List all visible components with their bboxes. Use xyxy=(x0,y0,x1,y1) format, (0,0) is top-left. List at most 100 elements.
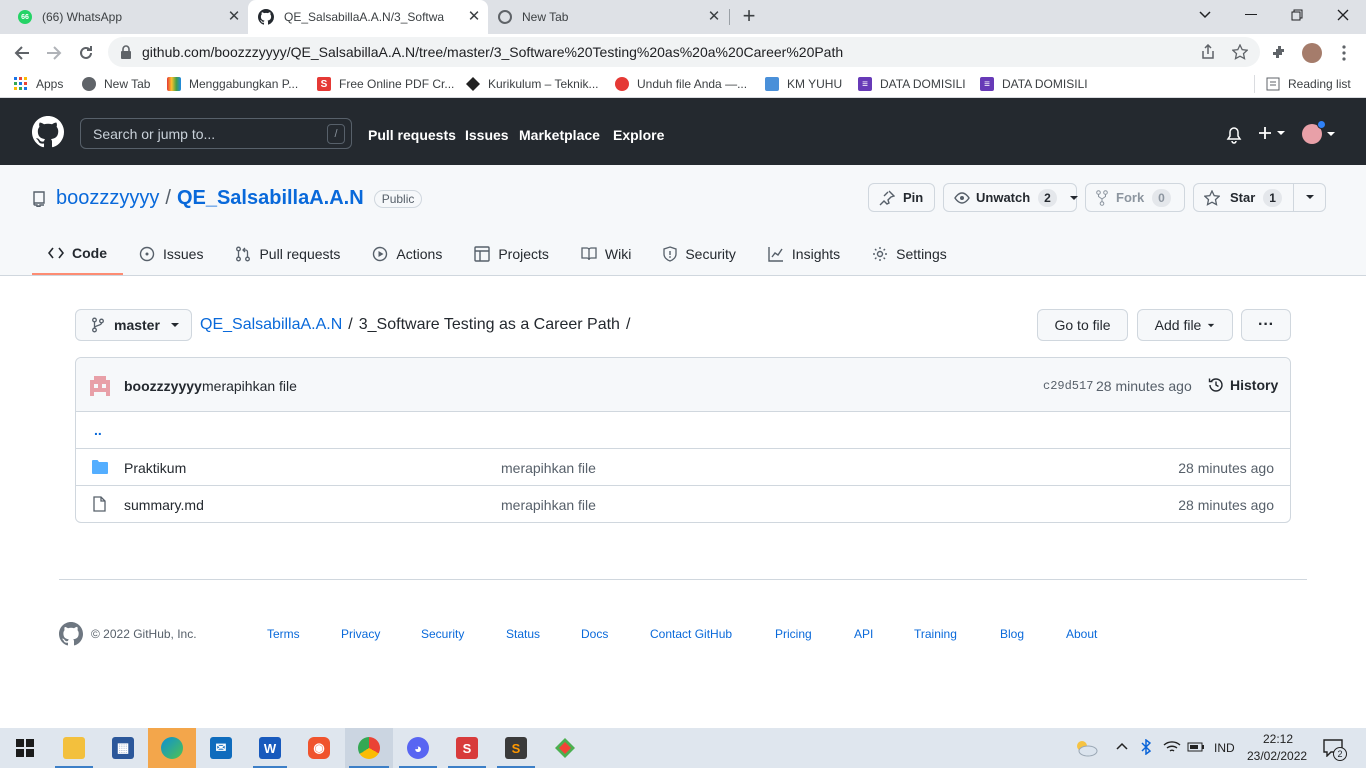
footer-link-about[interactable]: About xyxy=(1066,627,1097,641)
repo-name-link[interactable]: QE_SalsabillaA.A.N xyxy=(177,187,364,210)
restore-icon[interactable] xyxy=(1274,0,1320,30)
bookmark-km-yuhu[interactable]: KM YUHU xyxy=(765,75,842,93)
breadcrumb-repo-link[interactable]: QE_SalsabillaA.A.N xyxy=(200,316,342,334)
mail-icon[interactable]: ✉ xyxy=(206,733,236,763)
back-icon[interactable] xyxy=(9,40,35,66)
lock-icon[interactable] xyxy=(120,45,132,59)
footer-link-security[interactable]: Security xyxy=(421,627,464,641)
recorder-app-icon[interactable]: ◉ xyxy=(304,733,334,763)
bookmark-new-tab[interactable]: New Tab xyxy=(82,75,150,93)
tab-pull-requests[interactable]: Pull requests xyxy=(219,233,356,275)
tab-code[interactable]: Code xyxy=(32,233,123,275)
tab-issues[interactable]: Issues xyxy=(123,233,219,275)
tab-security[interactable]: Security xyxy=(647,233,752,275)
store-icon[interactable]: ▦ xyxy=(108,733,138,763)
bookmark-unduh[interactable]: Unduh file Anda —... xyxy=(615,75,747,93)
close-tab-icon[interactable]: ✕ xyxy=(226,9,242,25)
tab-new-tab[interactable]: New Tab ✕ xyxy=(488,0,728,34)
new-tab-button[interactable]: + xyxy=(738,5,760,28)
tab-actions[interactable]: Actions xyxy=(356,233,458,275)
reading-list-button[interactable]: Reading list xyxy=(1266,75,1351,93)
reload-icon[interactable] xyxy=(73,40,99,66)
footer-link-privacy[interactable]: Privacy xyxy=(341,627,380,641)
nav-issues[interactable]: Issues xyxy=(465,127,509,143)
file-explorer-icon[interactable] xyxy=(59,733,89,763)
tab-projects[interactable]: Projects xyxy=(458,233,565,275)
forward-icon[interactable] xyxy=(41,40,67,66)
notifications-bell-icon[interactable] xyxy=(1226,127,1242,144)
repo-owner-link[interactable]: boozzzyyyy xyxy=(56,187,159,210)
footer-link-terms[interactable]: Terms xyxy=(267,627,300,641)
footer-link-contact[interactable]: Contact GitHub xyxy=(650,627,732,641)
footer-link-training[interactable]: Training xyxy=(914,627,957,641)
discord-icon[interactable]: ◕ xyxy=(403,733,433,763)
github-search-input[interactable]: Search or jump to... / xyxy=(80,118,352,149)
user-avatar-menu[interactable] xyxy=(1302,120,1336,144)
windows-start-icon[interactable] xyxy=(10,733,40,763)
tray-chevron-up-icon[interactable] xyxy=(1116,742,1128,750)
bluetooth-icon[interactable] xyxy=(1141,739,1151,755)
nav-explore[interactable]: Explore xyxy=(613,127,664,143)
clock-date[interactable]: 23/02/2022 xyxy=(1247,749,1307,763)
chrome-taskbar-icon[interactable] xyxy=(354,733,384,763)
notification-center-icon[interactable]: 2 xyxy=(1323,739,1347,761)
bookmark-apps[interactable]: Apps xyxy=(14,75,63,93)
sublime-text-icon[interactable]: S xyxy=(501,733,531,763)
profile-avatar[interactable] xyxy=(1299,40,1325,66)
commit-sha[interactable]: c29d517 xyxy=(1043,379,1093,393)
tab-wiki[interactable]: Wiki xyxy=(565,233,647,275)
input-language[interactable]: IND xyxy=(1214,741,1235,755)
chevron-down-icon[interactable] xyxy=(1069,195,1079,201)
bookmark-star-icon[interactable] xyxy=(1230,42,1250,62)
nav-pull-requests[interactable]: Pull requests xyxy=(368,127,456,143)
bookmark-pdf[interactable]: S Free Online PDF Cr... xyxy=(317,75,454,93)
weather-icon[interactable] xyxy=(1073,738,1099,758)
parent-directory-link[interactable]: .. xyxy=(94,422,102,438)
clock-time[interactable]: 22:12 xyxy=(1263,732,1293,746)
create-new-plus-icon[interactable] xyxy=(1258,126,1286,140)
bookmark-data-domisili-2[interactable]: ≡ DATA DOMISILI xyxy=(980,75,1088,93)
file-commit-message[interactable]: merapihkan file xyxy=(501,497,596,513)
history-link[interactable]: History xyxy=(1208,377,1278,393)
table-row[interactable]: Praktikum merapihkan file 28 minutes ago xyxy=(76,449,1290,486)
footer-link-blog[interactable]: Blog xyxy=(1000,627,1024,641)
github-logo-icon[interactable] xyxy=(32,116,64,148)
close-window-icon[interactable] xyxy=(1320,0,1366,30)
nav-marketplace[interactable]: Marketplace xyxy=(519,127,600,143)
chevron-down-icon[interactable] xyxy=(1305,194,1315,200)
footer-link-api[interactable]: API xyxy=(854,627,873,641)
word-icon[interactable]: W xyxy=(255,733,285,763)
tab-insights[interactable]: Insights xyxy=(752,233,856,275)
tab-github[interactable]: QE_SalsabillaA.A.N/3_Software Te ✕ xyxy=(248,0,488,34)
edge-browser-icon[interactable] xyxy=(157,733,187,763)
go-to-file-button[interactable]: Go to file xyxy=(1037,309,1128,341)
more-options-button[interactable]: ··· xyxy=(1241,309,1291,341)
chrome-menu-icon[interactable] xyxy=(1331,40,1357,66)
close-tab-icon[interactable]: ✕ xyxy=(706,9,722,25)
file-commit-message[interactable]: merapihkan file xyxy=(501,460,596,476)
bookmark-menggabungkan[interactable]: Menggabungkan P... xyxy=(167,75,298,93)
address-bar[interactable]: github.com/boozzzyyyy/QE_SalsabillaA.A.N… xyxy=(108,37,1260,67)
table-row[interactable]: summary.md merapihkan file 28 minutes ag… xyxy=(76,486,1290,523)
git-gui-icon[interactable] xyxy=(550,733,580,763)
branch-select-button[interactable]: master xyxy=(75,309,192,341)
extensions-icon[interactable] xyxy=(1267,40,1293,66)
close-tab-icon[interactable]: ✕ xyxy=(466,9,482,25)
file-name-link[interactable]: summary.md xyxy=(124,497,204,513)
bookmark-kurikulum[interactable]: Kurikulum – Teknik... xyxy=(466,75,599,93)
author-avatar[interactable] xyxy=(90,376,110,396)
wifi-icon[interactable] xyxy=(1163,740,1181,754)
commit-message[interactable]: merapihkan file xyxy=(202,378,297,394)
fork-button[interactable]: Fork 0 xyxy=(1085,183,1185,212)
bookmark-data-domisili-1[interactable]: ≡ DATA DOMISILI xyxy=(858,75,966,93)
tab-whatsapp[interactable]: 66 (66) WhatsApp ✕ xyxy=(8,0,248,34)
tab-search-icon[interactable] xyxy=(1182,0,1228,30)
tab-settings[interactable]: Settings xyxy=(856,233,963,275)
file-name-link[interactable]: Praktikum xyxy=(124,460,186,476)
star-button[interactable]: Star 1 xyxy=(1193,183,1326,212)
minimize-icon[interactable] xyxy=(1228,0,1274,30)
share-icon[interactable] xyxy=(1198,42,1218,62)
add-file-button[interactable]: Add file xyxy=(1137,309,1233,341)
parent-directory-row[interactable]: .. xyxy=(76,412,1290,449)
unwatch-button[interactable]: Unwatch 2 xyxy=(943,183,1079,212)
